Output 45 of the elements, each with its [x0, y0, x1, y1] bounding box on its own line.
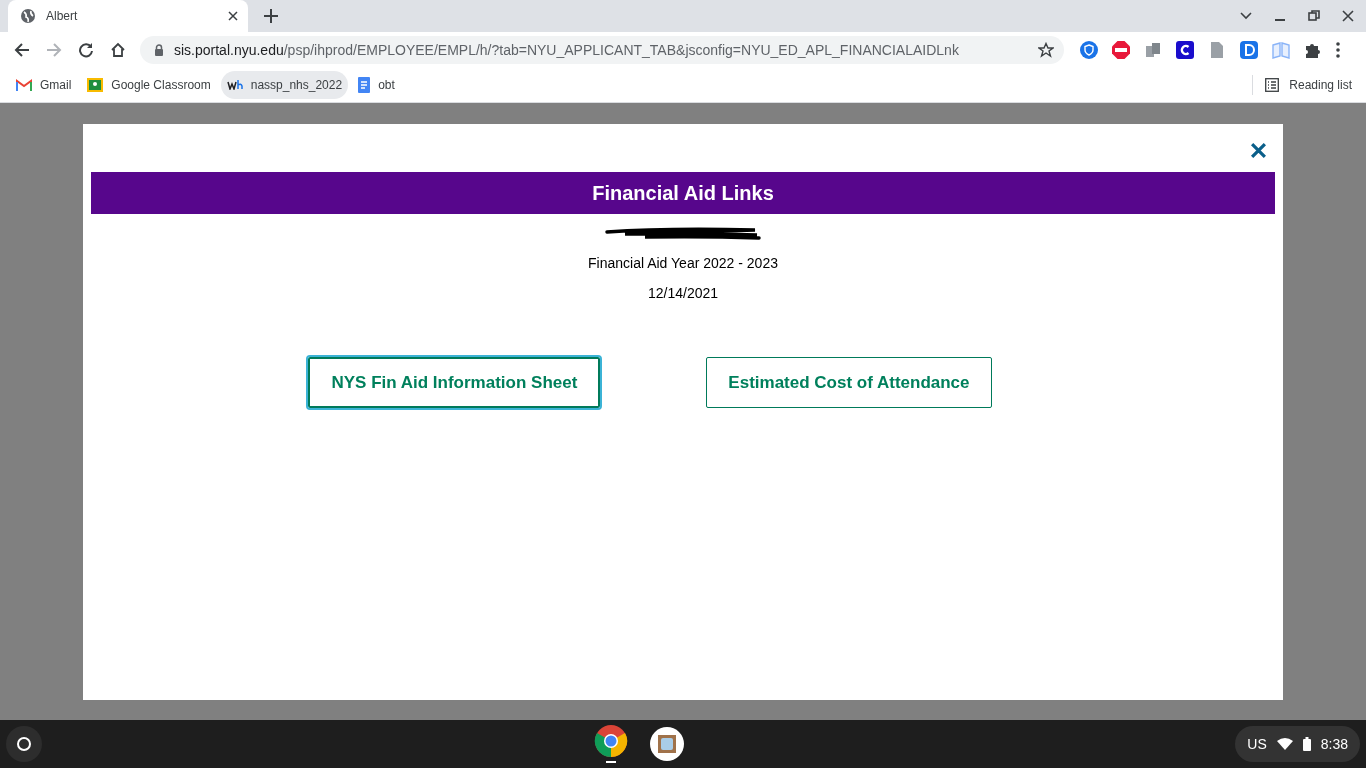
- globe-icon: [20, 8, 36, 24]
- chevron-down-icon[interactable]: [1240, 12, 1252, 20]
- browser-tab[interactable]: Albert: [8, 0, 248, 32]
- star-icon[interactable]: [1038, 42, 1054, 58]
- link-button[interactable]: NYS Fin Aid Information Sheet: [308, 357, 601, 408]
- restore-icon[interactable]: [1308, 10, 1320, 22]
- bookmark[interactable]: obt: [352, 71, 401, 99]
- date-text: 12/14/2021: [647, 285, 719, 301]
- reading-list-button[interactable]: Reading list: [1252, 75, 1366, 95]
- battery-icon: [1302, 737, 1311, 751]
- close-icon[interactable]: [1250, 141, 1267, 159]
- stop-sign-icon[interactable]: [1112, 41, 1130, 59]
- back-icon[interactable]: [14, 42, 30, 58]
- close-icon[interactable]: [228, 11, 238, 21]
- bookmark[interactable]: Gmail: [10, 71, 78, 99]
- link-button[interactable]: Estimated Cost of Attendance: [706, 357, 992, 408]
- list-icon: [1265, 78, 1280, 92]
- reload-icon[interactable]: [78, 42, 94, 58]
- envelope-icon: [16, 79, 32, 91]
- frame-app-icon[interactable]: [649, 727, 684, 761]
- letter-d-icon[interactable]: [1240, 41, 1258, 59]
- close-icon[interactable]: [1342, 10, 1354, 22]
- dialog-title: Financial Aid Links: [592, 181, 774, 205]
- shield-icon[interactable]: [1080, 41, 1098, 59]
- bookmark[interactable]: nassp_nhs_2022: [220, 71, 349, 99]
- locale-text: US: [1247, 736, 1267, 752]
- lock-icon: [154, 44, 164, 56]
- puzzle-icon[interactable]: [1304, 41, 1322, 59]
- launcher-icon[interactable]: [6, 726, 42, 762]
- letter-c-icon[interactable]: [1176, 41, 1194, 59]
- address-bar[interactable]: sis.portal.nyu.edu/psp/ihprod/EMPLOYEE/EMPL/h/?tab=NYU_APPLICANT_TAB&jsconfig=NYU_ED_APL_FINANCIALAIDLnk: [140, 36, 1064, 64]
- status-tray[interactable]: US 8:38: [1235, 726, 1360, 762]
- classroom-icon: [87, 78, 104, 92]
- wh-icon: [226, 80, 243, 90]
- document-icon: [358, 77, 371, 93]
- home-icon[interactable]: [110, 42, 126, 58]
- document-icon[interactable]: [1208, 41, 1226, 59]
- aid-year-text: Financial Aid Year 2022 - 2023: [588, 255, 778, 271]
- chrome-icon[interactable]: [593, 724, 628, 764]
- menu-icon[interactable]: [1336, 42, 1340, 58]
- clock-text: 8:38: [1320, 736, 1348, 752]
- bookmark[interactable]: Google Classroom: [81, 71, 217, 99]
- copy-icon[interactable]: [1144, 41, 1162, 59]
- wifi-icon: [1276, 738, 1293, 750]
- new-tab-icon[interactable]: [264, 9, 278, 23]
